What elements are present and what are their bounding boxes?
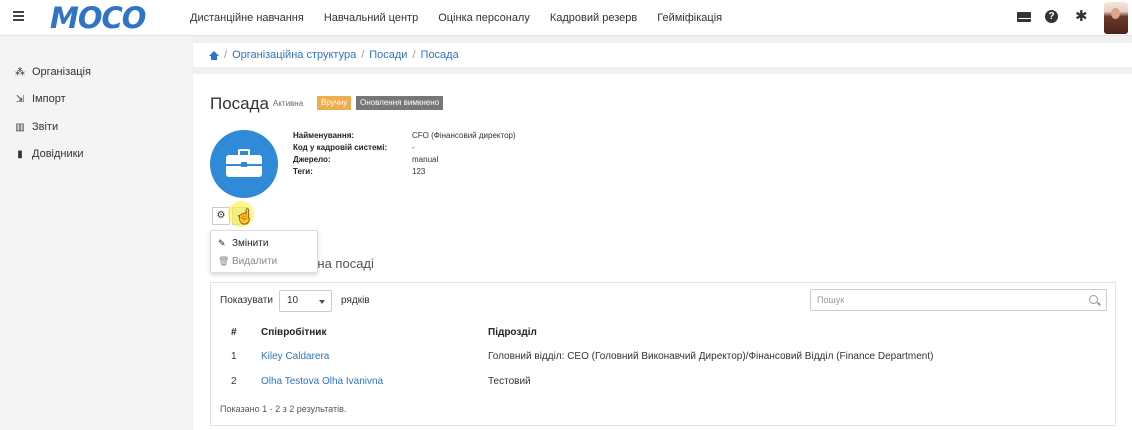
info-value: - — [412, 143, 415, 152]
breadcrumb-org-structure[interactable]: Організаційна структура — [232, 49, 356, 61]
user-avatar[interactable] — [1104, 2, 1128, 34]
info-value: manual — [412, 155, 439, 164]
mail-icon[interactable] — [1017, 12, 1032, 22]
menu-item-edit[interactable]: ✎ Змінити — [218, 238, 268, 249]
manual-badge: Вручну — [317, 96, 352, 110]
sidebar-item-import[interactable]: ⇲ Імпорт — [14, 93, 66, 105]
nav-distance-learning[interactable]: Дистанційне навчання — [190, 12, 304, 24]
info-label: Найменування: — [293, 131, 355, 140]
show-label: Показувати — [220, 295, 273, 306]
hand-cursor-icon: ☝ — [236, 208, 254, 224]
rows-label: рядків — [341, 295, 370, 306]
employee-link[interactable]: Kiley Caldarera — [261, 351, 329, 362]
home-icon[interactable] — [209, 50, 219, 60]
employee-link[interactable]: Olha Testova Olha Ivanivna — [261, 376, 383, 387]
column-header-employee[interactable]: Співробітник — [261, 327, 326, 338]
sidebar-item-reports[interactable]: ▥ Звіти — [14, 121, 58, 133]
breadcrumb-separator: / — [412, 49, 416, 61]
position-avatar — [210, 130, 278, 198]
sidebar-item-organization[interactable]: ⁂ Організація — [14, 66, 91, 78]
info-value: 123 — [412, 167, 426, 176]
row-number: 1 — [231, 351, 237, 362]
department-cell: Тестовий — [488, 376, 531, 387]
main-nav: Дистанційне навчання Навчальний центр Оц… — [190, 0, 742, 36]
breadcrumb-position[interactable]: Посада — [421, 49, 459, 61]
actions-dropdown-menu: ✎ Змінити 🗑 Видалити — [210, 230, 318, 273]
info-label: Код у кадровій системі: — [293, 143, 388, 152]
book-icon: ▮ — [17, 148, 23, 160]
menu-item-label: Змінити — [232, 238, 269, 249]
department-cell: Головний відділ: CEO (Головний Виконавчи… — [488, 351, 934, 362]
sidebar-item-label: Організація — [32, 66, 91, 78]
page-length-select[interactable]: 10 — [279, 290, 332, 312]
sidebar-item-label: Довідники — [32, 148, 84, 160]
search-input[interactable] — [811, 290, 1071, 310]
search-icon — [1089, 295, 1098, 304]
breadcrumb-positions[interactable]: Посади — [369, 49, 407, 61]
nav-personnel-assessment[interactable]: Оцінка персоналу — [438, 12, 530, 24]
breadcrumb-separator: / — [224, 49, 228, 61]
employees-table-panel: Показувати 10 рядків # Співробітник Підр… — [210, 282, 1116, 426]
nav-talent-pool[interactable]: Кадровий резерв — [550, 12, 637, 24]
import-icon: ⇲ — [15, 93, 25, 105]
breadcrumb: / Організаційна структура / Посади / Пос… — [193, 43, 1132, 67]
help-icon[interactable]: ? — [1045, 10, 1058, 23]
breadcrumb-separator: / — [361, 49, 365, 61]
menu-item-delete[interactable]: 🗑 Видалити — [218, 256, 277, 267]
search-box — [810, 289, 1107, 311]
column-header-number[interactable]: # — [231, 327, 237, 338]
table-info: Показано 1 - 2 з 2 результатів. — [220, 404, 347, 414]
settings-gear-icon[interactable]: ✱ — [1075, 9, 1088, 24]
page-title: Посада — [210, 94, 270, 113]
column-header-department[interactable]: Підрозділ — [488, 327, 537, 338]
hamburger-menu-icon[interactable] — [13, 11, 24, 21]
info-value: CFO (Фінансовий директор) — [412, 131, 516, 140]
sidebar-item-directories[interactable]: ▮ Довідники — [14, 148, 84, 160]
status-label: Активна — [273, 99, 304, 108]
main-panel: Посада Активна Вручну Оновлення вимкнено… — [193, 74, 1132, 430]
top-navbar: MOCO Дистанційне навчання Навчальний цен… — [0, 0, 1132, 36]
sidebar: ⁂ Організація ⇲ Імпорт ▥ Звіти ▮ Довідни… — [0, 36, 192, 430]
sidebar-item-label: Імпорт — [32, 93, 66, 105]
info-label: Джерело: — [293, 155, 331, 164]
row-number: 2 — [231, 376, 237, 387]
briefcase-icon — [226, 149, 262, 177]
moco-logo[interactable]: MOCO — [50, 2, 146, 34]
update-disabled-badge: Оновлення вимкнено — [356, 96, 444, 110]
nav-gamification[interactable]: Гейміфікація — [657, 12, 722, 24]
trash-icon: 🗑 — [218, 256, 230, 266]
sidebar-item-label: Звіти — [32, 121, 59, 133]
sitemap-icon: ⁂ — [15, 66, 25, 78]
pencil-icon: ✎ — [218, 238, 226, 248]
nav-training-center[interactable]: Навчальний центр — [324, 12, 418, 24]
info-label: Теги: — [293, 167, 313, 176]
menu-item-label: Видалити — [232, 256, 278, 267]
chart-icon: ▥ — [15, 121, 25, 133]
